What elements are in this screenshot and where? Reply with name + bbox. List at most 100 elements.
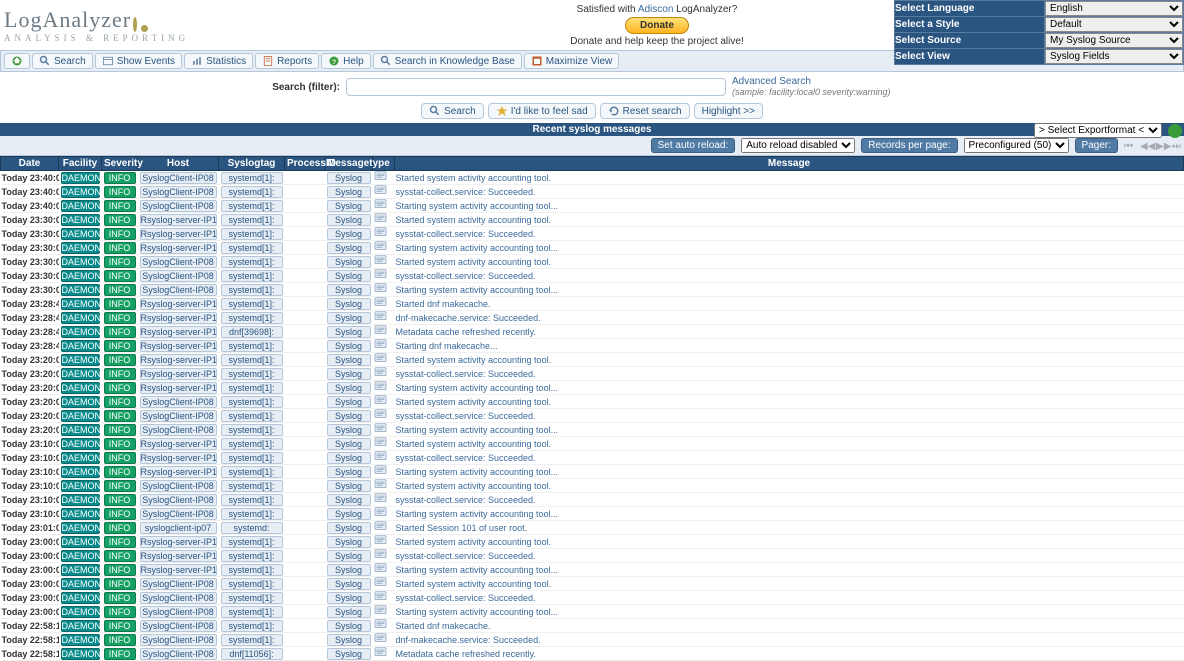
message-link[interactable]: Starting system activity accounting tool… <box>396 425 559 435</box>
message-detail-icon[interactable] <box>374 255 387 266</box>
severity-badge[interactable]: INFO <box>104 620 136 632</box>
syslogtag-link[interactable]: systemd: <box>221 522 283 534</box>
message-detail-icon[interactable] <box>374 353 387 364</box>
message-link[interactable]: Started system activity accounting tool. <box>396 481 552 491</box>
statistics-menu[interactable]: Statistics <box>184 53 253 69</box>
col-header[interactable]: ProcessID <box>285 157 325 171</box>
col-header[interactable]: Syslogtag <box>219 157 285 171</box>
host-link[interactable]: Rsyslog-server-IP18 <box>140 564 217 576</box>
message-detail-icon[interactable] <box>374 591 387 602</box>
msgtype-badge[interactable]: Syslog <box>327 536 371 548</box>
msgtype-badge[interactable]: Syslog <box>327 326 371 338</box>
msgtype-badge[interactable]: Syslog <box>327 242 371 254</box>
message-link[interactable]: Started dnf makecache. <box>396 621 491 631</box>
message-detail-icon[interactable] <box>374 185 387 196</box>
message-detail-icon[interactable] <box>374 479 387 490</box>
syslogtag-link[interactable]: systemd[1]: <box>221 200 283 212</box>
facility-badge[interactable]: DAEMON <box>61 396 100 408</box>
message-link[interactable]: Starting system activity accounting tool… <box>396 243 559 253</box>
msgtype-badge[interactable]: Syslog <box>327 228 371 240</box>
severity-badge[interactable]: INFO <box>104 242 136 254</box>
severity-badge[interactable]: INFO <box>104 228 136 240</box>
host-link[interactable]: Rsyslog-server-IP18 <box>140 228 217 240</box>
message-link[interactable]: sysstat-collect.service: Succeeded. <box>396 187 536 197</box>
message-detail-icon[interactable] <box>374 381 387 392</box>
msgtype-badge[interactable]: Syslog <box>327 256 371 268</box>
msgtype-badge[interactable]: Syslog <box>327 410 371 422</box>
message-detail-icon[interactable] <box>374 227 387 238</box>
help-menu[interactable]: ?Help <box>321 53 371 69</box>
severity-badge[interactable]: INFO <box>104 424 136 436</box>
syslogtag-link[interactable]: systemd[1]: <box>221 298 283 310</box>
severity-badge[interactable]: INFO <box>104 396 136 408</box>
facility-badge[interactable]: DAEMON <box>61 256 100 268</box>
message-detail-icon[interactable] <box>374 549 387 560</box>
msgtype-badge[interactable]: Syslog <box>327 368 371 380</box>
facility-badge[interactable]: DAEMON <box>61 410 100 422</box>
host-link[interactable]: Rsyslog-server-IP18 <box>140 354 217 366</box>
host-link[interactable]: Rsyslog-server-IP18 <box>140 536 217 548</box>
msgtype-badge[interactable]: Syslog <box>327 634 371 646</box>
msgtype-badge[interactable]: Syslog <box>327 522 371 534</box>
message-detail-icon[interactable] <box>374 409 387 420</box>
message-link[interactable]: sysstat-collect.service: Succeeded. <box>396 495 536 505</box>
severity-badge[interactable]: INFO <box>104 284 136 296</box>
syslogtag-link[interactable]: systemd[1]: <box>221 494 283 506</box>
message-detail-icon[interactable] <box>374 199 387 210</box>
severity-badge[interactable]: INFO <box>104 172 136 184</box>
message-detail-icon[interactable] <box>374 605 387 616</box>
host-link[interactable]: SyslogClient-IP08 <box>140 186 217 198</box>
severity-badge[interactable]: INFO <box>104 410 136 422</box>
facility-badge[interactable]: DAEMON <box>61 452 100 464</box>
syslogtag-link[interactable]: systemd[1]: <box>221 396 283 408</box>
severity-badge[interactable]: INFO <box>104 536 136 548</box>
facility-badge[interactable]: DAEMON <box>61 228 100 240</box>
syslogtag-link[interactable]: systemd[1]: <box>221 438 283 450</box>
severity-badge[interactable]: INFO <box>104 466 136 478</box>
syslogtag-link[interactable]: systemd[1]: <box>221 172 283 184</box>
adiscon-link[interactable]: Adiscon <box>638 4 674 15</box>
facility-badge[interactable]: DAEMON <box>61 382 100 394</box>
host-link[interactable]: Rsyslog-server-IP18 <box>140 242 217 254</box>
facility-badge[interactable]: DAEMON <box>61 368 100 380</box>
message-detail-icon[interactable] <box>374 577 387 588</box>
message-link[interactable]: Started system activity accounting tool. <box>396 537 552 547</box>
syslogtag-link[interactable]: systemd[1]: <box>221 634 283 646</box>
severity-badge[interactable]: INFO <box>104 634 136 646</box>
source-select[interactable]: My Syslog Source <box>1045 33 1183 48</box>
facility-badge[interactable]: DAEMON <box>61 242 100 254</box>
message-detail-icon[interactable] <box>374 367 387 378</box>
host-link[interactable]: Rsyslog-server-IP18 <box>140 368 217 380</box>
search-input[interactable] <box>346 78 726 96</box>
message-detail-icon[interactable] <box>374 633 387 644</box>
msgtype-badge[interactable]: Syslog <box>327 382 371 394</box>
host-link[interactable]: SyslogClient-IP08 <box>140 634 217 646</box>
facility-badge[interactable]: DAEMON <box>61 438 100 450</box>
severity-badge[interactable]: INFO <box>104 354 136 366</box>
severity-badge[interactable]: INFO <box>104 256 136 268</box>
msgtype-badge[interactable]: Syslog <box>327 424 371 436</box>
facility-badge[interactable]: DAEMON <box>61 564 100 576</box>
message-detail-icon[interactable] <box>374 283 387 294</box>
style-select[interactable]: Default <box>1045 17 1183 32</box>
syslogtag-link[interactable]: systemd[1]: <box>221 186 283 198</box>
severity-badge[interactable]: INFO <box>104 326 136 338</box>
message-detail-icon[interactable] <box>374 297 387 308</box>
facility-badge[interactable]: DAEMON <box>61 186 100 198</box>
message-link[interactable]: sysstat-collect.service: Succeeded. <box>396 551 536 561</box>
col-header[interactable]: Message <box>395 157 1184 171</box>
msgtype-badge[interactable]: Syslog <box>327 564 371 576</box>
pager-next-icon[interactable]: ▶▶ <box>1156 141 1166 151</box>
facility-badge[interactable]: DAEMON <box>61 466 100 478</box>
syslogtag-link[interactable]: systemd[1]: <box>221 354 283 366</box>
message-link[interactable]: sysstat-collect.service: Succeeded. <box>396 271 536 281</box>
syslogtag-link[interactable]: systemd[1]: <box>221 480 283 492</box>
message-detail-icon[interactable] <box>374 465 387 476</box>
host-link[interactable]: Rsyslog-server-IP18 <box>140 452 217 464</box>
facility-badge[interactable]: DAEMON <box>61 284 100 296</box>
syslogtag-link[interactable]: systemd[1]: <box>221 312 283 324</box>
message-link[interactable]: sysstat-collect.service: Succeeded. <box>396 369 536 379</box>
severity-badge[interactable]: INFO <box>104 186 136 198</box>
syslogtag-link[interactable]: systemd[1]: <box>221 508 283 520</box>
message-detail-icon[interactable] <box>374 507 387 518</box>
